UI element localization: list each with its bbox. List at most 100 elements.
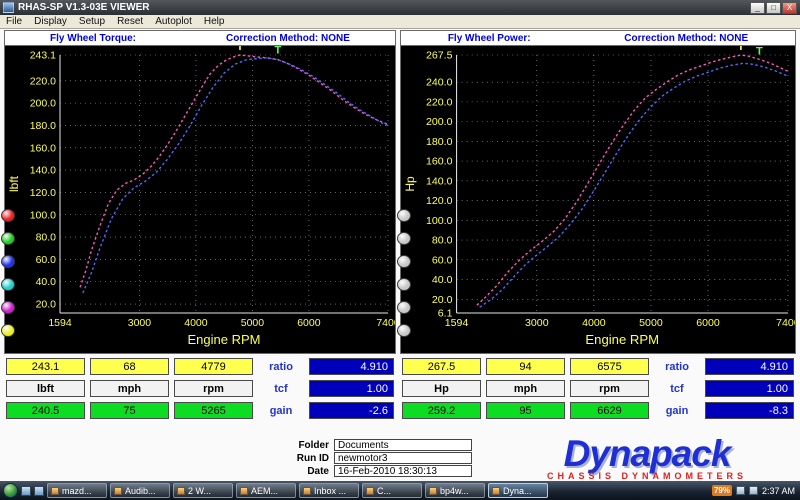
power-mph-label: mph [486,380,565,397]
taskbar-button-icon [114,487,122,495]
battery-badge: 79% [712,485,732,496]
channel-button[interactable] [1,209,15,222]
run-id-field[interactable]: newmotor3 [334,452,472,464]
channel-button[interactable] [1,278,15,291]
torque-chart-title: Fly Wheel Torque: [50,33,136,44]
power-run2-mph: 95 [486,402,565,419]
taskbar-button-label: mazd... [62,486,92,496]
svg-text:6000: 6000 [297,317,321,329]
channel-button[interactable] [1,324,15,337]
svg-text:120.0: 120.0 [426,195,453,207]
taskbar-buttons: mazd... Audib... 2 W... AEM... [47,483,548,498]
torque-chart-header: Fly Wheel Torque: Correction Method: NON… [5,31,395,46]
folder-field[interactable]: Documents [334,439,472,451]
system-tray: 79% 2:37 AM [712,485,797,496]
torque-run2-value: 240.5 [6,402,85,419]
channel-button[interactable] [397,278,411,291]
torque-peak-value: 243.1 [6,358,85,375]
svg-text:6000: 6000 [696,317,720,329]
torque-tcf-label: tcf [258,380,304,397]
channel-button[interactable] [397,255,411,268]
svg-text:120.0: 120.0 [30,187,56,199]
svg-text:20.0: 20.0 [432,294,453,306]
torque-channel-buttons [1,209,17,337]
svg-text:160.0: 160.0 [30,142,56,154]
dynapack-logo: Dynapack CHASSIS DYNAMOMETERS [500,435,794,485]
svg-text:100.0: 100.0 [30,209,56,221]
quicklaunch-icon[interactable] [34,486,44,496]
menu-item[interactable]: Help [198,15,231,28]
run-info-panel: Folder Documents Run ID newmotor3 Date 1… [286,439,472,478]
torque-mph-label: mph [90,380,169,397]
taskbar-button-label: Dyna... [503,486,532,496]
channel-button[interactable] [397,324,411,337]
svg-text:60.0: 60.0 [432,254,453,266]
taskbar-button[interactable]: 2 W... [173,483,233,498]
quicklaunch-icon[interactable] [21,486,31,496]
power-chart-plot: 267.5240.0220.0200.0180.0160.0140.0120.0… [401,46,795,353]
taskbar-button[interactable]: AEM... [236,483,296,498]
clock: 2:37 AM [762,486,795,496]
svg-text:40.0: 40.0 [36,276,57,288]
torque-tcf-value: 1.00 [309,380,394,397]
svg-text:200.0: 200.0 [426,116,453,128]
svg-text:60.0: 60.0 [36,254,57,266]
taskbar-button[interactable]: Inbox ... [299,483,359,498]
torque-unit-label: lbft [6,380,85,397]
taskbar-button-icon [429,487,437,495]
svg-text:3000: 3000 [128,317,152,329]
svg-text:80.0: 80.0 [432,235,453,247]
power-unit-label: Hp [402,380,481,397]
start-button[interactable] [3,483,18,498]
title-bar: RHAS-SP V1.3-03E VIEWER _ □ X [0,0,800,15]
power-run2-rpm: 6629 [570,402,649,419]
taskbar-button-label: C... [377,486,391,496]
torque-run2-mph: 75 [90,402,169,419]
tray-icon[interactable] [736,486,745,495]
channel-button[interactable] [397,209,411,222]
svg-text:140.0: 140.0 [426,175,453,187]
svg-text:180.0: 180.0 [426,136,453,148]
channel-button[interactable] [1,232,15,245]
channel-button[interactable] [397,301,411,314]
svg-text:140.0: 140.0 [30,165,56,177]
power-rpm-label: rpm [570,380,649,397]
folder-label: Folder [286,440,334,451]
torque-ratio-value: 4.910 [309,358,394,375]
menu-item[interactable]: Setup [73,15,111,28]
maximize-button[interactable]: □ [766,2,781,14]
taskbar-button-icon [51,487,59,495]
menu-item[interactable]: Reset [111,15,149,28]
channel-button[interactable] [397,232,411,245]
channel-button[interactable] [1,301,15,314]
svg-text:T: T [737,46,744,53]
menu-item[interactable]: File [0,15,28,28]
taskbar-button-label: AEM... [251,486,278,496]
taskbar-button[interactable]: bp4w... [425,483,485,498]
menu-item[interactable]: Autoplot [149,15,198,28]
minimize-button[interactable]: _ [750,2,765,14]
close-button[interactable]: X [782,2,797,14]
taskbar-button-label: 2 W... [188,486,211,496]
app-icon [3,2,14,13]
tray-icon[interactable] [749,486,758,495]
svg-text:220.0: 220.0 [30,75,56,87]
date-field[interactable]: 16-Feb-2010 18:30:13 [334,465,472,477]
menu-item[interactable]: Display [28,15,73,28]
torque-peak-mph: 68 [90,358,169,375]
svg-text:1594: 1594 [445,317,469,329]
taskbar-button[interactable]: Audib... [110,483,170,498]
svg-text:267.5: 267.5 [426,50,453,62]
power-chart-panel: Fly Wheel Power: Correction Method: NONE… [400,30,796,354]
run-id-label: Run ID [286,453,334,464]
taskbar-button[interactable]: C... [362,483,422,498]
torque-chart-panel: Fly Wheel Torque: Correction Method: NON… [4,30,396,354]
channel-button[interactable] [1,255,15,268]
logo-wordmark: Dynapack [500,435,794,473]
power-peak-rpm: 6575 [570,358,649,375]
date-label: Date [286,466,334,477]
taskbar-button[interactable]: mazd... [47,483,107,498]
svg-text:200.0: 200.0 [30,98,56,110]
taskbar-button[interactable]: Dyna... [488,483,548,498]
torque-peak-rpm: 4779 [174,358,253,375]
